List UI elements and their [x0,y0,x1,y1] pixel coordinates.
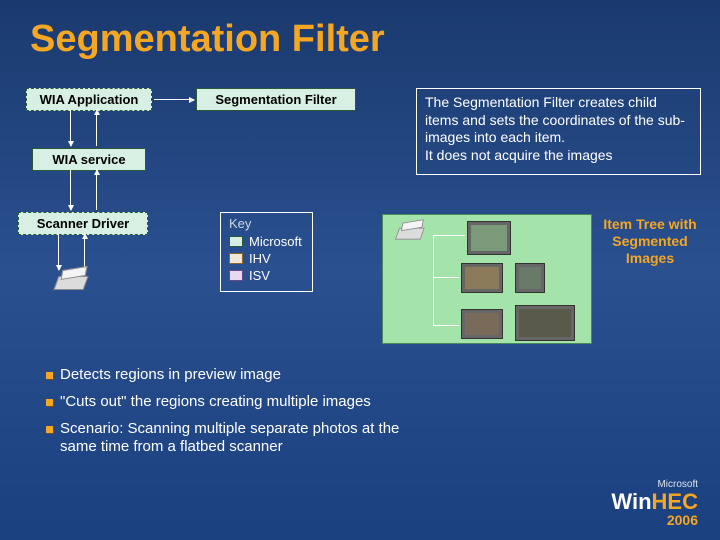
tree-scanner-icon [394,223,425,242]
arrow-service-to-app-up [96,110,97,146]
box-wia-service: WIA service [32,148,146,171]
logo-product-prefix: Win [611,489,651,514]
description-box: The Segmentation Filter creates child it… [416,88,701,175]
tree-child-2 [515,263,545,293]
tree-child-3 [461,309,503,339]
swatch-ihv [229,253,243,264]
tree-line-b [433,325,459,326]
box-segmentation-filter: Segmentation Filter [196,88,356,111]
arrow-app-to-filter [154,99,194,100]
item-tree-title: Item Tree with Segmented Images [600,216,700,266]
description-line1: The Segmentation Filter creates child it… [425,94,692,147]
key-row-microsoft: Microsoft [229,234,302,249]
tree-child-4 [515,305,575,341]
scanner-icon [52,270,88,292]
logo-year: 2006 [611,513,698,528]
swatch-isv [229,270,243,281]
arrow-app-to-service-down [70,110,71,146]
arrow-driver-to-scanner-down [58,234,59,270]
bullet-1: Detects regions in preview image [46,366,416,385]
tree-line-a [433,277,459,278]
key-label-microsoft: Microsoft [249,234,302,249]
bullet-2: "Cuts out" the regions creating multiple… [46,393,416,412]
arrow-scanner-to-driver-up [84,234,85,270]
logo-product: WinHEC [611,490,698,513]
logo-brand: Microsoft [611,480,698,491]
arrow-driver-to-service-up [96,170,97,210]
tree-line-vert [433,235,434,325]
key-row-isv: ISV [229,268,302,283]
key-label-isv: ISV [249,268,270,283]
box-scanner-driver: Scanner Driver [18,212,148,235]
key-title: Key [229,216,302,231]
key-label-ihv: IHV [249,251,271,266]
key-legend: Key Microsoft IHV ISV [220,212,313,292]
diagram-area: WIA Application Segmentation Filter WIA … [0,88,720,540]
tree-child-1 [461,263,503,293]
box-wia-application: WIA Application [26,88,152,111]
key-row-ihv: IHV [229,251,302,266]
slide-title: Segmentation Filter [0,0,720,61]
tree-root-thumb [467,221,511,255]
logo-product-suffix: HEC [652,489,698,514]
arrow-service-to-driver-down [70,170,71,210]
bullet-list: Detects regions in preview image "Cuts o… [46,364,416,465]
winhec-logo: Microsoft WinHEC 2006 [611,480,698,528]
description-line2: It does not acquire the images [425,147,692,165]
swatch-microsoft [229,236,243,247]
tree-line-root [433,235,465,236]
bullet-3: Scenario: Scanning multiple separate pho… [46,420,416,458]
item-tree-box [382,214,592,344]
